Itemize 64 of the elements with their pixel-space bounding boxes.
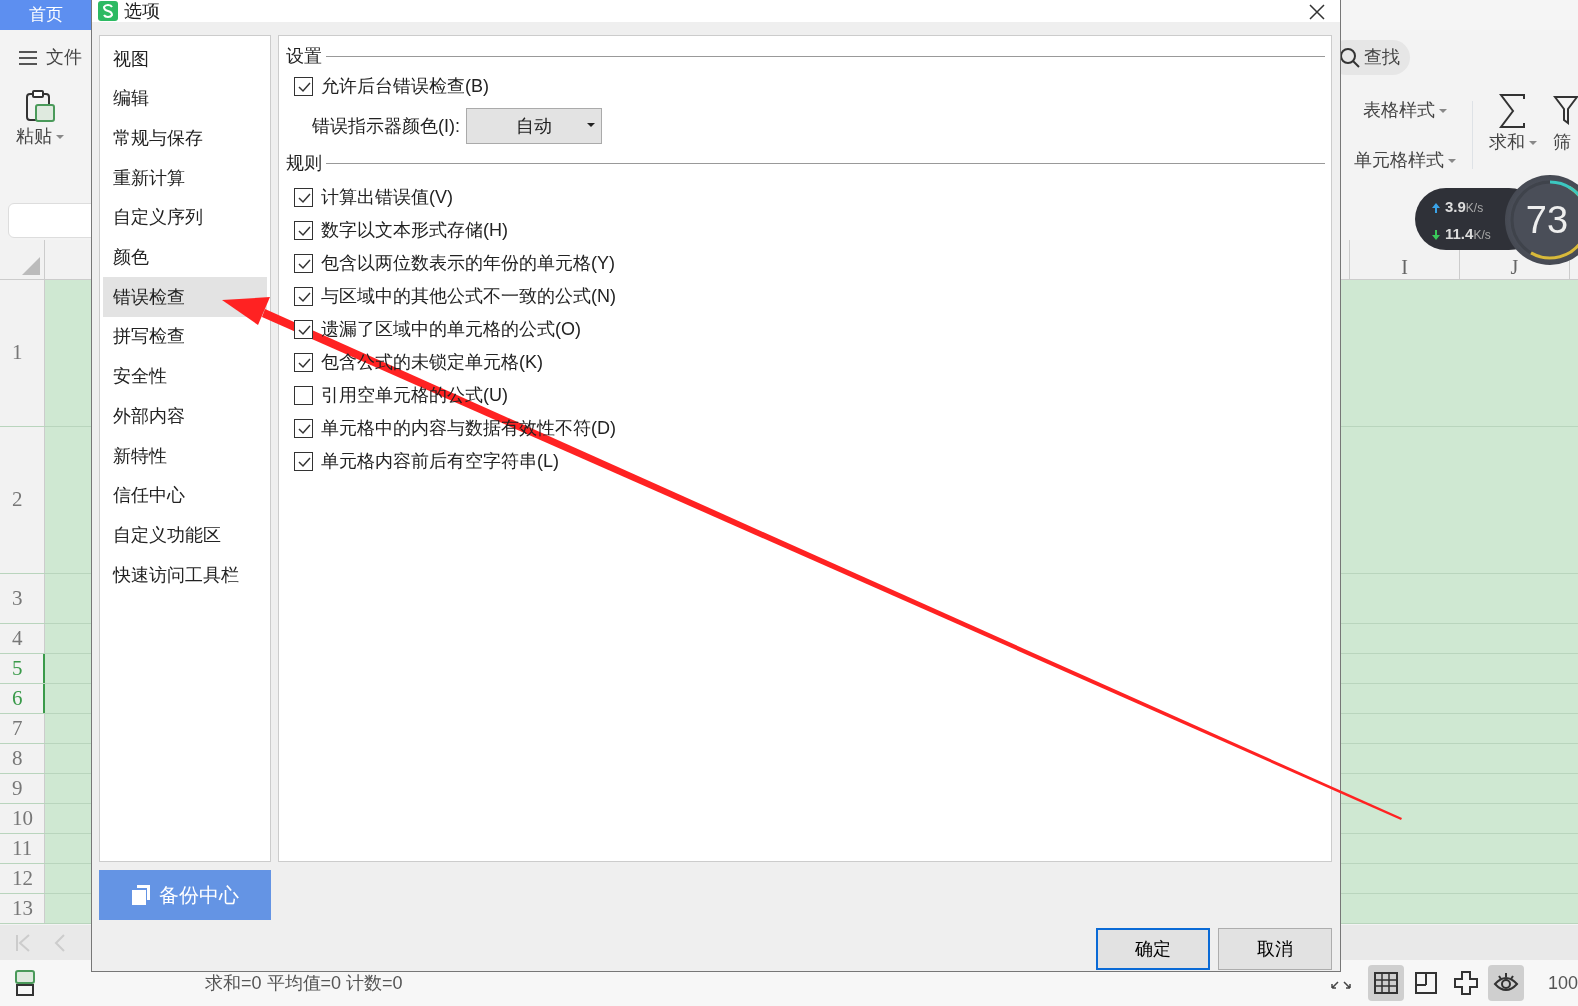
backup-icon: [131, 884, 151, 906]
sum-button[interactable]: 求和: [1489, 93, 1537, 156]
clipboard-icon: [24, 89, 56, 123]
nav-item[interactable]: 错误检查: [103, 277, 267, 318]
down-arrow-icon: [1431, 228, 1441, 241]
upload-speed: 3.9K/s: [1445, 197, 1484, 217]
caret-icon: [1439, 108, 1447, 113]
checkbox[interactable]: [294, 221, 313, 240]
menu-icon: [18, 48, 38, 67]
style-button[interactable]: 单元格样式: [1354, 146, 1456, 174]
nav-item[interactable]: 拼写检查: [103, 316, 267, 357]
grid-icon: [1372, 970, 1399, 996]
checkbox[interactable]: [294, 320, 313, 339]
nav-item[interactable]: 外部内容: [103, 396, 267, 437]
checkbox-label[interactable]: 计算出错误值(V): [321, 184, 453, 211]
nav-item[interactable]: 自定义功能区: [103, 515, 267, 556]
checkbox[interactable]: [294, 419, 313, 438]
dialog-title: 选项: [124, 0, 160, 23]
field-label: 错误指示器颜色(I):: [312, 114, 460, 138]
view-button[interactable]: [1487, 965, 1524, 1001]
up-arrow-icon: [1431, 201, 1441, 214]
zoom-level[interactable]: 100: [1547, 969, 1578, 997]
caret-icon: [56, 135, 64, 140]
paste-button[interactable]: 粘贴: [16, 89, 64, 185]
nav-item[interactable]: 颜色: [103, 237, 267, 278]
caret-icon: [1529, 141, 1537, 146]
checkbox-label[interactable]: 允许后台错误检查(B): [321, 73, 489, 100]
nav-item[interactable]: 新特性: [103, 436, 267, 477]
sigma-icon: [1498, 93, 1528, 129]
file-menu[interactable]: 文件: [18, 44, 82, 71]
style-button[interactable]: 表格样式: [1354, 96, 1456, 124]
checkbox-label[interactable]: 数字以文本形式存储(H): [321, 217, 508, 244]
checkbox[interactable]: [294, 452, 313, 471]
page-icon: [1412, 970, 1439, 996]
checkbox-label[interactable]: 遗漏了区域中的单元格的公式(O): [321, 316, 581, 343]
search-icon: [1339, 47, 1360, 68]
nav-item[interactable]: 编辑: [103, 78, 267, 119]
dialog-button[interactable]: 确定: [1096, 928, 1210, 970]
cross-icon: [1452, 970, 1479, 996]
dialog-button[interactable]: 取消: [1218, 928, 1332, 970]
nav-item[interactable]: 信任中心: [103, 475, 267, 516]
caret-icon: [1448, 158, 1456, 163]
view-button[interactable]: [1367, 965, 1404, 1001]
nav-item[interactable]: 视图: [103, 39, 267, 79]
nav-item[interactable]: 重新计算: [103, 158, 267, 199]
section-heading: 设置: [286, 44, 322, 68]
section-heading: 规则: [286, 151, 322, 175]
color-dropdown[interactable]: 自动: [466, 108, 602, 144]
checkbox[interactable]: [294, 188, 313, 207]
checkbox[interactable]: [294, 77, 313, 96]
checkbox-label[interactable]: 包含以两位数表示的年份的单元格(Y): [321, 250, 615, 277]
nav-item[interactable]: 安全性: [103, 356, 267, 397]
checkbox-label[interactable]: 与区域中的其他公式不一致的公式(N): [321, 283, 616, 310]
nav-item[interactable]: 快速访问工具栏: [103, 555, 267, 596]
nav-item[interactable]: 自定义序列: [103, 197, 267, 238]
checkbox[interactable]: [294, 254, 313, 273]
checkbox-label[interactable]: 单元格内容前后有空字符串(L): [321, 448, 559, 475]
nav-item[interactable]: 常规与保存: [103, 118, 267, 159]
checkbox[interactable]: [294, 353, 313, 372]
checkbox[interactable]: [294, 287, 313, 306]
filter-button[interactable]: 筛: [1553, 93, 1578, 156]
status-summary: 求和=0 平均值=0 计数=0: [205, 971, 403, 995]
checkbox[interactable]: [294, 386, 313, 405]
close-icon: [1308, 3, 1326, 22]
